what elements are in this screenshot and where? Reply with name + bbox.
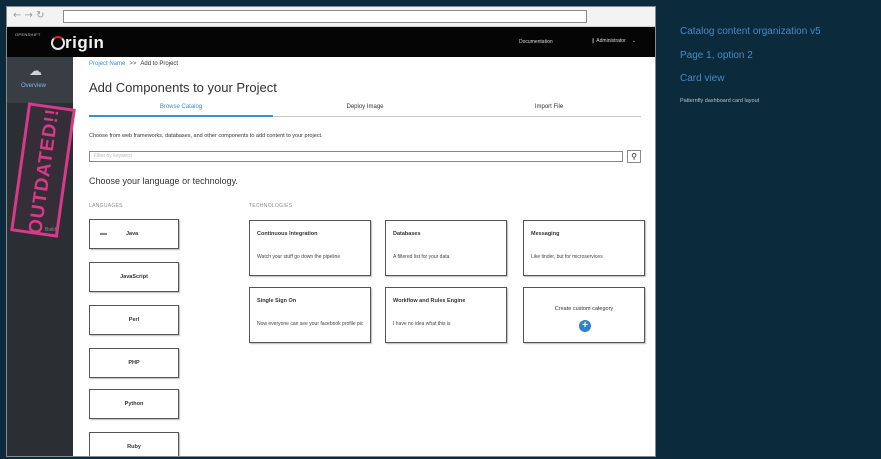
breadcrumb-separator: >> (129, 61, 137, 67)
language-label: PHP (128, 360, 140, 366)
language-label: Java (126, 231, 139, 237)
language-label: Python (124, 401, 144, 407)
language-label: JavaScript (120, 274, 148, 280)
browser-window: ← → ↻ OPENSHIFT rigin Documentation ❙ Ad… (6, 6, 656, 457)
tab-bar: Browse Catalog Deploy Image Import File (89, 103, 641, 117)
logo-openshift-text: OPENSHIFT (15, 32, 41, 37)
tech-card-description: Now everyone can see your facebook profi… (257, 321, 364, 327)
create-custom-category-card[interactable]: Create custom category + (523, 287, 645, 343)
breadcrumb-current: Add to Project (140, 61, 179, 67)
java-icon: ▬ (100, 230, 107, 237)
search-input[interactable]: Filter by keyword (89, 151, 623, 162)
tech-card-description: A filtered list for your data (393, 254, 450, 260)
user-menu-label: ❙ Administrator (591, 38, 626, 44)
origin-logo-icon (51, 36, 65, 50)
languages-heading: LANGUAGES (89, 203, 123, 209)
language-perl[interactable]: Perl (89, 305, 179, 335)
address-bar[interactable] (63, 10, 587, 23)
language-label: Perl (128, 317, 140, 323)
choose-heading: Choose your language or technology. (89, 176, 238, 186)
language-python[interactable]: Python (89, 389, 179, 419)
tech-card-title: Workflow and Rules Engine (393, 298, 466, 304)
main-content: Project Name >> Add to Project Add Compone… (73, 57, 655, 456)
origin-logo[interactable]: rigin (65, 33, 104, 53)
nav-item-overview[interactable]: ☁ Overview (7, 57, 73, 103)
language-java[interactable]: ▬ Java (89, 219, 179, 249)
tech-card-title: Databases (393, 231, 421, 237)
breadcrumb: Project Name >> Add to Project (89, 61, 178, 67)
tech-card-title: Continuous Integration (257, 231, 318, 237)
tab-deploy-image[interactable]: Deploy Image (273, 104, 457, 110)
tech-card-workflow-rules[interactable]: Workflow and Rules Engine I have no idea… (385, 287, 507, 343)
plus-circle-icon[interactable]: + (579, 320, 591, 332)
tech-card-continuous-integration[interactable]: Continuous Integration Watch your stuff … (249, 220, 371, 276)
browser-nav-buttons[interactable]: ← → ↻ (13, 10, 45, 21)
tech-card-description: Watch your stuff go down the pipeline (257, 254, 341, 260)
tech-card-description: I have no idea what this is (393, 321, 451, 327)
top-header: OPENSHIFT rigin Documentation ❙ Administ… (7, 27, 655, 57)
tech-card-description: Like tinder, but for microservices (531, 254, 603, 260)
page-title: Add Components to your Project (89, 80, 277, 95)
nav-item-overview-label: Overview (21, 83, 47, 89)
language-php[interactable]: PHP (89, 348, 179, 378)
language-label: Ruby (127, 444, 141, 450)
breadcrumb-project-link[interactable]: Project Name (89, 61, 125, 67)
intro-text: Choose from web frameworks, databases, a… (89, 133, 323, 139)
chevron-down-icon: ⌄ (631, 38, 636, 44)
annotation-note: Patternfly dashboard card layout (680, 98, 760, 104)
browser-chrome: ← → ↻ (7, 7, 655, 27)
language-ruby[interactable]: Ruby (89, 432, 179, 456)
language-javascript[interactable]: JavaScript (89, 262, 179, 292)
tech-card-single-sign-on[interactable]: Single Sign On Now everyone can see your… (249, 287, 371, 343)
tech-card-title: Messaging (531, 231, 560, 237)
annotation-section: Card view (680, 73, 725, 84)
create-custom-category-label: Create custom category (554, 306, 614, 312)
tech-card-title: Single Sign On (257, 298, 297, 304)
search-icon[interactable]: ⚲ (627, 150, 641, 163)
tab-import-file[interactable]: Import File (457, 104, 641, 110)
tech-card-messaging[interactable]: Messaging Like tinder, but for microserv… (523, 220, 645, 276)
dashboard-icon: ☁ (29, 63, 42, 78)
tech-card-databases[interactable]: Databases A filtered list for your data (385, 220, 507, 276)
tab-browse-catalog[interactable]: Browse Catalog (89, 104, 273, 117)
annotation-page: Page 1, option 2 (680, 50, 753, 61)
documentation-link[interactable]: Documentation (519, 39, 553, 45)
outdated-stamp-text: OUTDATED!! (25, 106, 64, 236)
technologies-heading: TECHNOLOGIES (249, 203, 293, 209)
user-menu[interactable]: ❙ Administrator ⌄ (591, 38, 636, 44)
annotation-title: Catalog content organization v5 (680, 26, 821, 37)
